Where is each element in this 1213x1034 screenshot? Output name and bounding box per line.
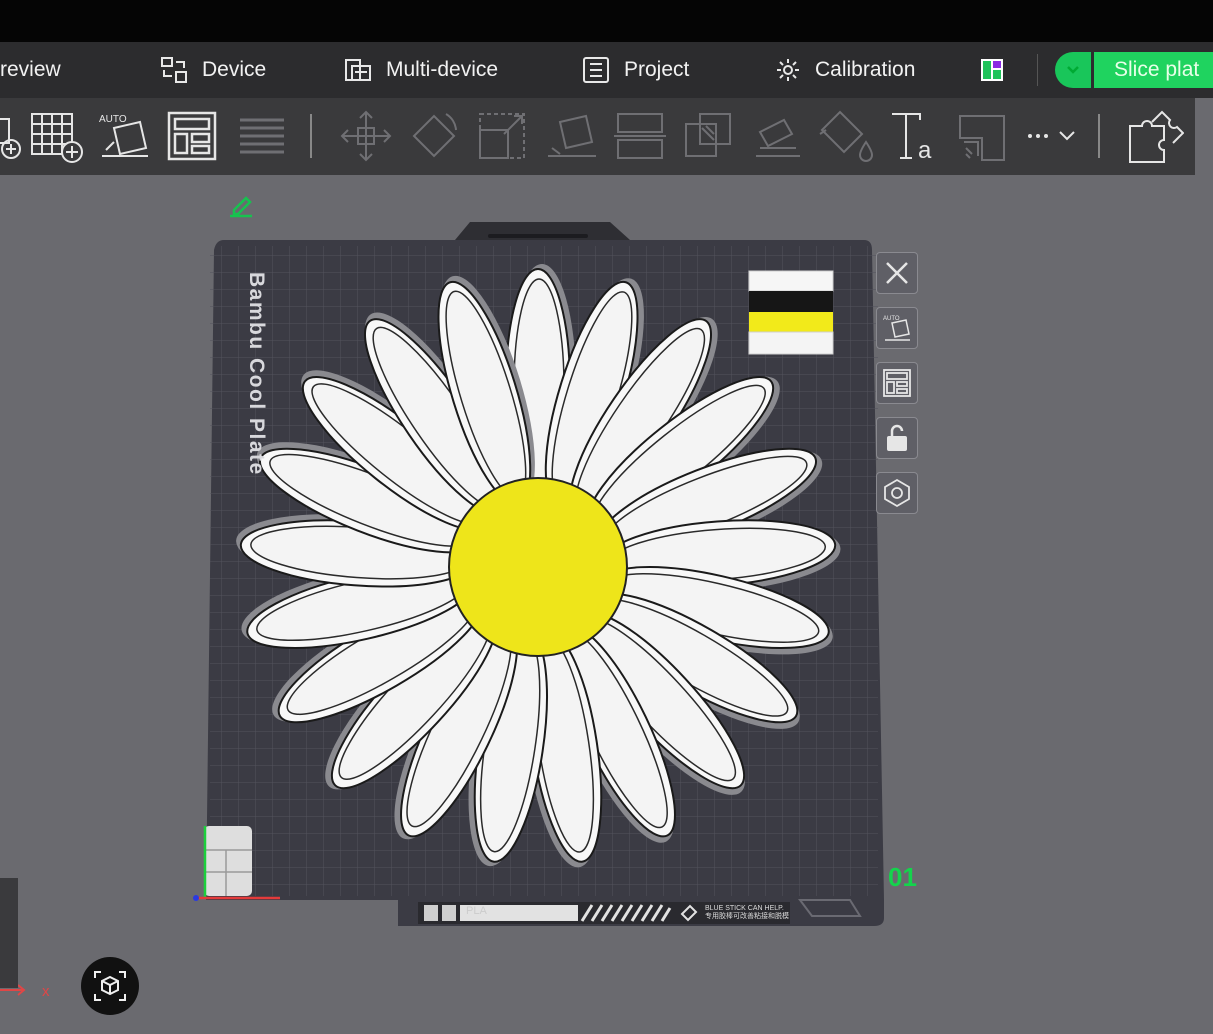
lock-plate-button[interactable] <box>876 417 918 459</box>
plate-brand-text: Bambu Cool Plate <box>244 272 274 482</box>
hexagon-settings-icon <box>884 478 910 508</box>
prime-tower[interactable] <box>748 270 834 355</box>
plate-warning-text: BLUE STICK CAN HELP. 专用胶棒可改善粘接和脱模 <box>705 905 795 921</box>
axis-x-label: x <box>42 983 50 1000</box>
plate-arrange-button[interactable] <box>876 362 918 404</box>
plate-warning-line2: 专用胶棒可改善粘接和脱模 <box>705 913 789 920</box>
plate-handle-slot <box>488 234 588 238</box>
plate-side-toolbar: AUTO <box>876 252 918 527</box>
daisy-center <box>448 477 628 657</box>
plate-number: 01 <box>888 862 917 892</box>
arrange-icon <box>883 369 911 397</box>
plate-filament-label: PLA <box>466 905 487 917</box>
plate-auto-orient-button[interactable]: AUTO <box>876 307 918 349</box>
lock-icon <box>887 424 907 451</box>
left-side-panel <box>0 878 18 988</box>
plate-settings-button[interactable] <box>876 472 918 514</box>
view-reset-button[interactable] <box>81 957 139 1015</box>
build-plate-viewport[interactable] <box>0 0 1213 1034</box>
delete-plate-button[interactable] <box>876 252 918 294</box>
auto-orient-icon: AUTO <box>883 316 910 341</box>
cube-view-icon <box>94 971 126 1001</box>
plate-name: Bambu Cool Plate <box>245 272 268 476</box>
plate-warning-line1: BLUE STICK CAN HELP. <box>705 905 784 912</box>
close-icon <box>886 262 908 284</box>
